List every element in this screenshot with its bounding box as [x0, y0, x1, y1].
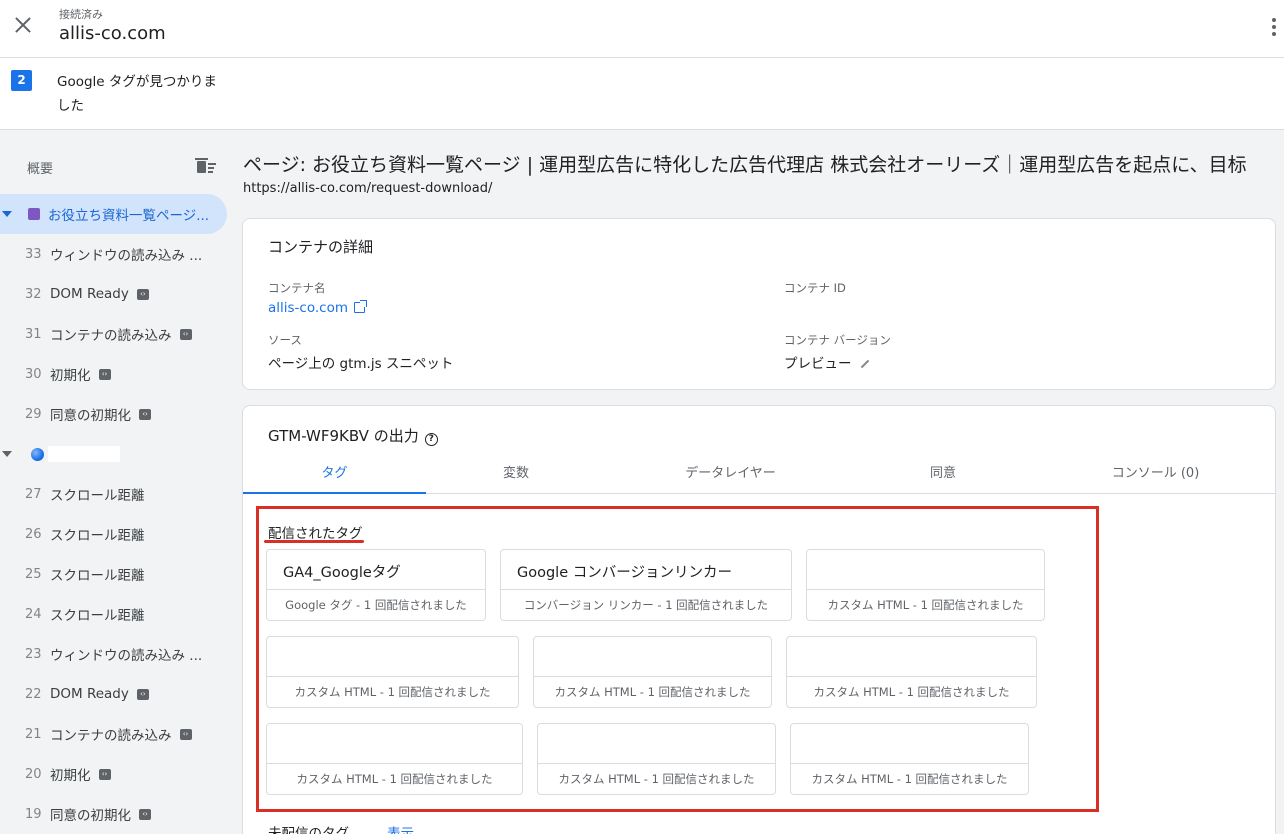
page-icon [28, 208, 40, 220]
connection-status: 接続済み [59, 8, 103, 21]
source-label: ソース [268, 333, 302, 347]
container-name-value[interactable]: allis-co.com [268, 300, 348, 316]
event-number: 30 [25, 366, 42, 382]
sidebar-item-event[interactable]: 24 スクロール距離 [0, 594, 228, 634]
expand-caret-icon[interactable] [2, 211, 12, 217]
redacted-label [48, 446, 120, 462]
help-icon[interactable]: ? [424, 433, 438, 446]
code-icon: ‹› [98, 368, 111, 380]
gtm-output-title-text: GTM-WF9KBV の出力 [268, 427, 419, 445]
annotation-underline [264, 540, 364, 543]
event-number: 26 [25, 526, 42, 542]
event-label: スクロール距離 [50, 568, 145, 584]
close-icon[interactable] [10, 12, 36, 38]
container-version: プレビュー [784, 352, 870, 372]
event-label: DOM Ready [50, 286, 129, 302]
event-number: 23 [25, 646, 42, 662]
sidebar-item-page-group[interactable] [0, 434, 228, 474]
sidebar-item-event[interactable]: 19 同意の初期化 ‹› [0, 794, 228, 834]
page-url: https://allis-co.com/request-download/ [243, 181, 493, 196]
sidebar-item-event[interactable]: 29 同意の初期化 ‹› [0, 394, 228, 434]
event-number: 31 [25, 326, 42, 342]
container-details-title: コンテナの詳細 [268, 238, 374, 256]
edit-icon[interactable] [860, 359, 869, 369]
not-fired-tags-label: 未配信のタグ [268, 826, 349, 834]
page-circle-icon [31, 447, 44, 461]
tags-found-bar: 2 Google タグが見つかりました [0, 58, 1284, 130]
container-details-card: コンテナの詳細 コンテナ名 allis-co.com コンテナ ID ソース ペ… [242, 218, 1276, 390]
container-version-value: プレビュー [784, 356, 852, 372]
container-name-label: コンテナ名 [268, 281, 326, 295]
event-number: 25 [25, 566, 42, 582]
event-number: 27 [25, 486, 42, 502]
show-not-fired-link[interactable]: 表示 [387, 822, 414, 834]
sidebar-item-event[interactable]: 21 コンテナの読み込み ‹› [0, 714, 228, 754]
event-label: 同意の初期化 [50, 408, 131, 424]
event-label: コンテナの読み込み [50, 328, 172, 344]
event-sidebar: 概要 お役立ち資料一覧ページ... 33 ウィンドウの読み込み ... 32 DOM… [0, 130, 240, 834]
sidebar-item-event[interactable]: 27 スクロール距離 [0, 474, 228, 514]
sidebar-title-summary[interactable]: 概要 [27, 158, 53, 177]
code-icon: ‹› [136, 288, 149, 300]
sidebar-item-event[interactable]: 31 コンテナの読み込み ‹› [0, 314, 228, 354]
tab-data-layer[interactable]: データレイヤー [633, 454, 828, 494]
sidebar-item-label: お役立ち資料一覧ページ... [48, 208, 210, 224]
event-label: スクロール距離 [50, 528, 145, 544]
code-icon: ‹› [98, 768, 111, 780]
event-label: DOM Ready [50, 686, 129, 702]
sidebar-item-event[interactable]: 20 初期化 ‹› [0, 754, 228, 794]
sidebar-item-event[interactable]: 33 ウィンドウの読み込み ... [0, 234, 228, 274]
source-value: ページ上の gtm.js スニペット [268, 356, 454, 372]
code-icon: ‹› [136, 688, 149, 700]
annotation-highlight-box [256, 506, 1099, 812]
tab-console[interactable]: コンソール (0) [1073, 454, 1238, 494]
tab-tags[interactable]: タグ [243, 454, 426, 494]
event-label: 初期化 [50, 768, 91, 784]
code-icon: ‹› [179, 728, 192, 740]
container-id-label: コンテナ ID [784, 281, 846, 295]
tab-variables[interactable]: 変数 [426, 454, 606, 494]
sidebar-item-event[interactable]: 23 ウィンドウの読み込み ... [0, 634, 228, 674]
tags-found-text: Google タグが見つかりました [57, 74, 217, 114]
event-label: ウィンドウの読み込み ... [50, 248, 203, 264]
sidebar-item-page-active[interactable]: お役立ち資料一覧ページ... [0, 194, 227, 234]
event-number: 19 [25, 806, 42, 822]
clear-messages-icon[interactable] [195, 158, 217, 176]
tag-count-badge: 2 [11, 70, 32, 91]
event-number: 22 [25, 686, 42, 702]
sidebar-item-event[interactable]: 26 スクロール距離 [0, 514, 228, 554]
code-icon: ‹› [139, 408, 151, 420]
event-label: スクロール距離 [50, 488, 145, 504]
open-in-new-icon[interactable] [354, 300, 367, 313]
expand-caret-icon[interactable] [2, 451, 12, 457]
more-options-icon[interactable] [1266, 16, 1282, 38]
output-tabs: タグ 変数 データレイヤー 同意 コンソール (0) [243, 454, 1275, 494]
container-version-label: コンテナ バージョン [784, 333, 891, 347]
event-number: 20 [25, 766, 42, 782]
top-bar: 接続済み allis-co.com [0, 0, 1284, 58]
event-number: 33 [25, 246, 42, 262]
event-number: 32 [25, 286, 42, 302]
code-icon: ‹› [139, 808, 151, 820]
page-title: ページ: お役立ち資料一覧ページ | 運用型広告に特化した広告代理店 株式会社オ… [243, 154, 1247, 176]
event-label: 同意の初期化 [50, 808, 131, 824]
sidebar-item-event[interactable]: 22 DOM Ready ‹› [0, 674, 228, 714]
event-label: 初期化 [50, 368, 91, 384]
sidebar-item-event[interactable]: 32 DOM Ready ‹› [0, 274, 228, 314]
container-name-link[interactable]: allis-co.com [268, 300, 367, 316]
tab-consent[interactable]: 同意 [863, 454, 1023, 494]
code-icon: ‹› [179, 328, 192, 340]
event-number: 21 [25, 726, 42, 742]
event-label: コンテナの読み込み [50, 728, 172, 744]
sidebar-item-event[interactable]: 25 スクロール距離 [0, 554, 228, 594]
event-number: 29 [25, 406, 42, 422]
event-label: スクロール距離 [50, 608, 145, 624]
gtm-output-title: GTM-WF9KBV の出力? [268, 425, 438, 446]
sidebar-item-event[interactable]: 30 初期化 ‹› [0, 354, 228, 394]
event-label: ウィンドウの読み込み ... [50, 648, 203, 664]
connected-domain: allis-co.com [59, 23, 166, 44]
event-number: 24 [25, 606, 42, 622]
